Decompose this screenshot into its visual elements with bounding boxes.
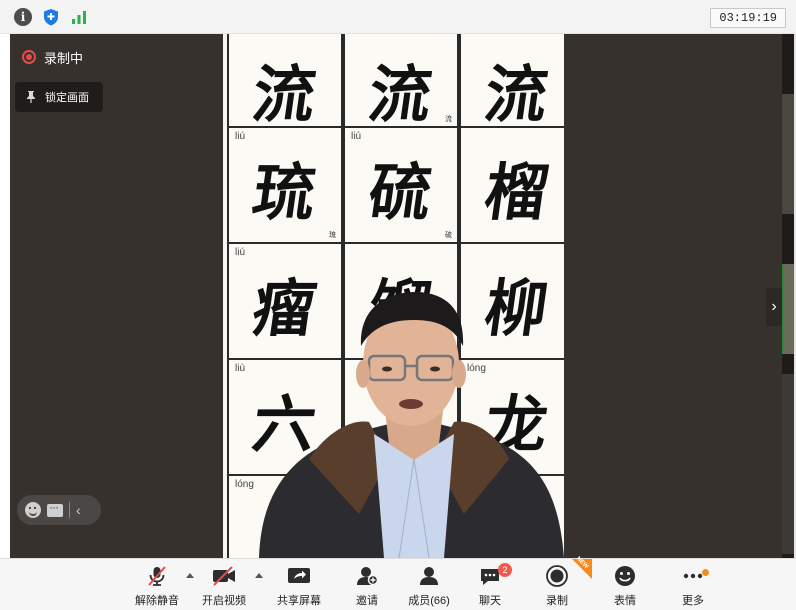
muted-mic-icon: [148, 566, 166, 586]
main-video[interactable]: 流 流 流 流 liú 琉 琉 liú 硫 硫 榴 liú 瘤 柳 liù 六 …: [223, 34, 564, 558]
calligraphy-cell: liú 琉 琉: [227, 126, 343, 244]
chat-bubble-icon[interactable]: [47, 500, 63, 517]
lock-view-button[interactable]: 锁定画面: [15, 82, 103, 112]
recording-label: 录制中: [44, 50, 84, 66]
invite-label: 邀请: [356, 595, 378, 607]
more-button[interactable]: 更多: [673, 565, 713, 609]
invite-button[interactable]: 邀请: [345, 565, 389, 609]
record-label: 录制: [546, 595, 568, 607]
pin-icon: [27, 91, 35, 103]
presenter-figure: [259, 292, 564, 558]
more-label: 更多: [682, 595, 704, 607]
recording-indicator[interactable]: 录制中: [22, 44, 83, 70]
share-screen-button[interactable]: 共享屏幕: [273, 565, 325, 609]
start-video-button[interactable]: 开启视频: [199, 565, 249, 609]
chat-unread-badge: 2: [498, 563, 512, 577]
emoji-icon[interactable]: [25, 502, 41, 518]
divider: [69, 502, 70, 518]
chat-label: 聊天: [479, 595, 501, 607]
thumbnail-tile[interactable]: [782, 94, 794, 214]
calligraphy-cell: 流: [459, 34, 564, 131]
record-button[interactable]: 录制: [536, 565, 578, 609]
thumbnail-strip: [782, 34, 794, 558]
reactions-button[interactable]: 表情: [605, 565, 645, 609]
calligraphy-cell: 榴: [459, 126, 564, 244]
lock-view-label: 锁定画面: [45, 92, 89, 104]
thumbnail-tile[interactable]: [782, 264, 794, 354]
start-video-label: 开启视频: [202, 595, 246, 607]
reaction-bar: ‹: [17, 495, 101, 525]
meeting-toolbar: 解除静音 开启视频 共享屏幕 邀请 成员(66) 2 聊天 NEW 录制 表情 …: [0, 556, 796, 610]
more-dots-icon: [683, 573, 703, 579]
calligraphy-cell: 流 流: [343, 34, 459, 131]
calligraphy-cell: liú 硫 硫: [343, 126, 459, 244]
audio-options-caret-icon[interactable]: [186, 573, 194, 578]
window-edge-left: [0, 34, 10, 558]
video-options-caret-icon[interactable]: [255, 573, 263, 578]
chevron-left-icon[interactable]: ‹: [76, 502, 81, 518]
record-dot-icon: [22, 50, 36, 64]
share-screen-label: 共享屏幕: [277, 595, 321, 607]
title-bar: i 03:19:19: [0, 0, 796, 34]
smiley-icon: [615, 566, 635, 586]
notification-dot: [702, 569, 709, 576]
calligraphy-cell: 流: [227, 34, 343, 131]
video-stage: 录制中 锁定画面 ‹ 流 流 流 流 liú 琉: [10, 34, 794, 558]
record-icon: [546, 565, 568, 587]
participants-button[interactable]: 成员(66): [404, 565, 454, 609]
video-off-icon: [213, 566, 235, 586]
thumbnail-tile[interactable]: [782, 374, 794, 554]
unmute-button[interactable]: 解除静音: [132, 565, 182, 609]
participants-icon: [420, 567, 438, 585]
meeting-timer: 03:19:19: [710, 8, 786, 28]
shield-icon[interactable]: [42, 8, 60, 26]
chat-button[interactable]: 2 聊天: [470, 563, 512, 609]
participants-label: 成员(66): [408, 595, 450, 607]
add-user-icon: [357, 567, 379, 586]
info-icon[interactable]: i: [14, 8, 32, 26]
signal-icon[interactable]: [70, 8, 88, 26]
unmute-label: 解除静音: [135, 595, 179, 607]
reactions-label: 表情: [614, 595, 636, 607]
share-screen-icon: [288, 568, 310, 583]
chevron-right-icon[interactable]: ›: [766, 288, 782, 326]
